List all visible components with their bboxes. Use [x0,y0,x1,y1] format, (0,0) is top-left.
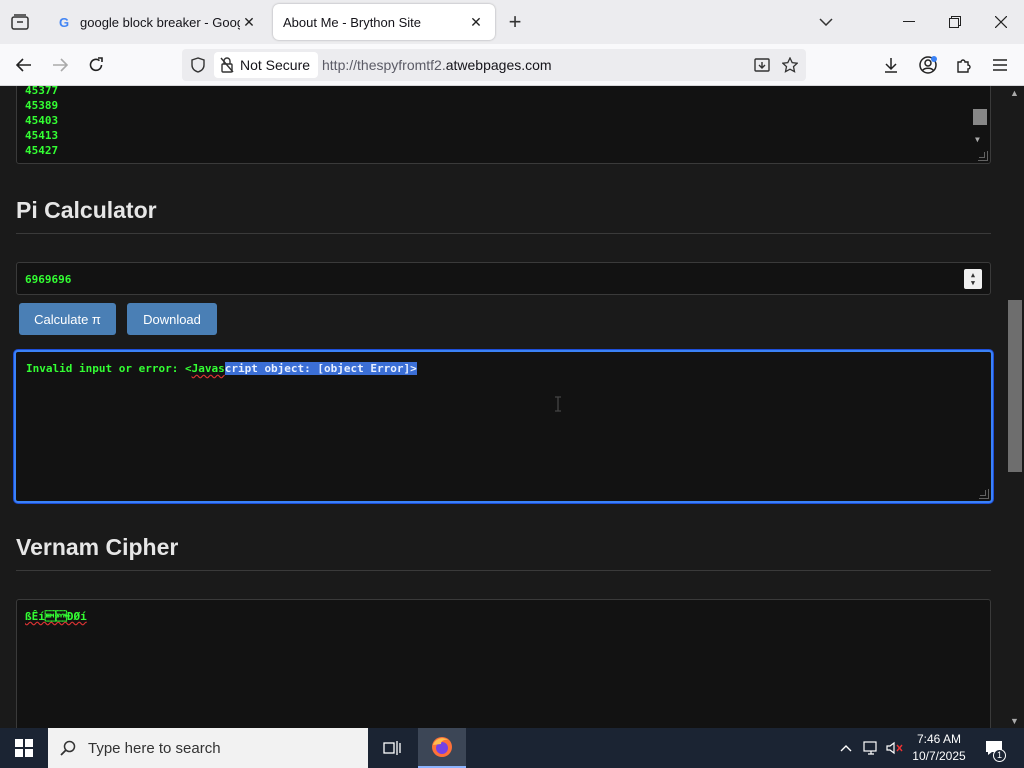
back-arrow-icon[interactable] [11,52,37,78]
scroll-up-arrow-icon[interactable]: ▲ [1010,88,1019,98]
pi-calculator-heading: Pi Calculator [16,197,157,223]
address-bar[interactable]: Not Secure http://thespyfromtf2.atwebpag… [182,49,806,81]
navigation-toolbar: Not Secure http://thespyfromtf2.atwebpag… [0,44,1024,86]
vernam-output-textarea[interactable]: ßÊíÐØí [16,599,991,728]
new-tab-button[interactable]: + [503,9,527,34]
prime-line: 45377 [25,86,59,97]
tab-bar: G google block breaker - Google ✕ About … [0,0,1024,44]
close-tab-icon[interactable]: ✕ [467,13,485,31]
reader-view-icon[interactable] [752,55,772,75]
url-text[interactable]: http://thespyfromtf2.atwebpages.com [322,57,552,73]
text-cursor-icon [553,396,565,412]
windows-start-icon[interactable] [0,728,48,768]
google-favicon-icon: G [58,14,70,30]
close-tab-icon[interactable]: ✕ [240,13,258,31]
firefox-taskbar-icon[interactable] [418,728,466,768]
search-icon [48,740,88,756]
selected-text: cript object: [object Error]> [224,362,417,375]
bookmark-star-icon[interactable] [780,55,800,75]
prime-line: 45413 [25,129,59,142]
notification-count: 1 [993,749,1006,762]
prime-line: 45403 [25,114,59,127]
clock-date: 10/7/2025 [912,749,966,763]
show-hidden-icons-chevron-icon[interactable] [836,728,856,768]
task-view-icon[interactable] [368,728,416,768]
page-viewport: 45377 45389 45403 45413 45427 ▼ Pi Calcu… [0,86,1024,728]
spin-up-icon[interactable]: ▲ [971,271,975,279]
calculate-pi-button[interactable]: Calculate π [19,303,116,335]
tab-title: google block breaker - Google [80,14,240,30]
spin-down-icon[interactable]: ▼ [971,279,975,287]
tab-title: About Me - Brython Site [283,14,422,30]
account-icon[interactable] [915,52,941,78]
not-secure-label: Not Secure [240,57,311,73]
forward-arrow-icon[interactable] [47,52,73,78]
page-scrollbar-thumb[interactable] [1008,300,1022,472]
primes-list: 45377 45389 45403 45413 45427 [25,86,58,158]
hamburger-menu-icon[interactable] [987,52,1013,78]
taskbar-search-box[interactable]: Type here to search [48,728,368,768]
resize-grip-icon[interactable] [979,489,989,499]
vernam-text: ßÊíÐØí [25,610,87,623]
tab-google-search[interactable]: G google block breaker - Google ✕ [46,4,268,40]
prime-line: 45427 [25,144,59,157]
firefox-view-icon[interactable] [8,10,32,34]
notifications-icon[interactable]: 1 [980,728,1008,768]
resize-grip-icon[interactable] [978,151,988,161]
pi-digits-input[interactable]: 6969696 ▲ ▼ [16,262,991,295]
pi-output-textarea[interactable]: Invalid input or error: <Javascript obje… [14,350,993,503]
minimize-window-button[interactable] [886,0,932,44]
spellcheck-word: Javas [191,362,225,375]
restore-window-button[interactable] [932,0,978,44]
scroll-down-arrow-icon[interactable]: ▼ [975,135,980,144]
output-prefix: Invalid input or error: < [26,362,192,375]
system-clock[interactable]: 7:46 AM 10/7/2025 [906,731,972,765]
downloads-icon[interactable] [878,52,904,78]
vernam-cipher-heading: Vernam Cipher [16,534,179,560]
url-prefix: http://thespyfromtf2. [322,57,446,73]
reload-icon[interactable] [83,52,109,78]
list-all-tabs-icon[interactable] [814,12,838,32]
search-placeholder: Type here to search [88,739,221,757]
extensions-puzzle-icon[interactable] [951,52,977,78]
page-scrollbar[interactable]: ▲ ▼ [1006,86,1024,728]
insecure-lock-icon [220,57,234,73]
scroll-down-arrow-icon[interactable]: ▼ [1010,716,1019,726]
prime-line: 45389 [25,99,59,112]
tracking-protection-shield-icon[interactable] [188,55,208,75]
close-window-button[interactable] [978,0,1024,44]
primes-output-textarea[interactable]: 45377 45389 45403 45413 45427 ▼ [16,86,991,164]
site-security-indicator[interactable]: Not Secure [214,52,319,78]
scrollbar-thumb[interactable] [973,109,987,125]
pi-input-value: 6969696 [25,273,72,286]
pi-output-text: Invalid input or error: <Javascript obje… [26,362,417,375]
url-host: atwebpages.com [445,57,552,73]
volume-muted-icon[interactable] [884,728,906,768]
clock-time: 7:46 AM [916,732,962,746]
download-button[interactable]: Download [127,303,217,335]
network-icon[interactable] [860,728,882,768]
number-spinner[interactable]: ▲ ▼ [964,269,982,289]
section-divider [16,233,991,234]
section-divider [16,570,991,571]
tab-about-me[interactable]: About Me - Brython Site ✕ [273,4,495,40]
windows-taskbar: Type here to search 7:46 AM 10/7/2025 1 [0,728,1024,768]
